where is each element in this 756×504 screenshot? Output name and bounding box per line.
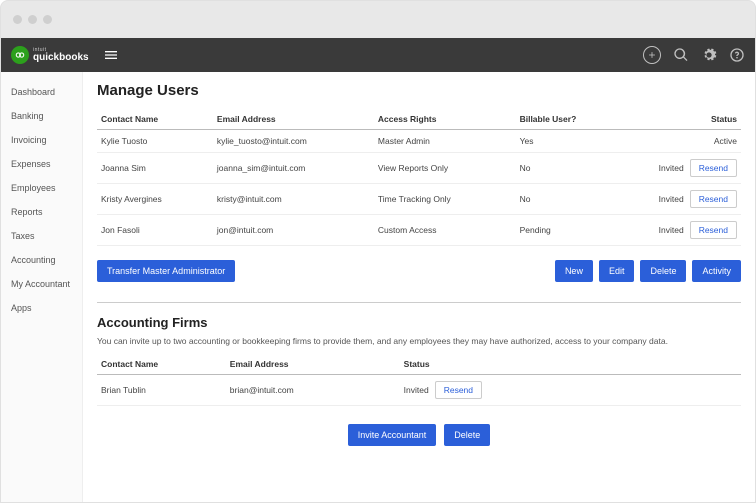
- cell-contact: Jon Fasoli: [97, 215, 213, 246]
- cell-rights: Custom Access: [374, 215, 516, 246]
- window-dot[interactable]: [43, 15, 52, 24]
- logo: intuit quickbooks: [11, 46, 89, 64]
- resend-button[interactable]: Resend: [690, 159, 737, 177]
- cell-email: jon@intuit.com: [213, 215, 374, 246]
- cell-billable: Pending: [516, 215, 600, 246]
- col-email: Email Address: [226, 354, 400, 375]
- cell-contact: Kylie Tuosto: [97, 130, 213, 153]
- page-title: Manage Users: [97, 82, 741, 99]
- col-contact: Contact Name: [97, 109, 213, 130]
- col-status: Status: [599, 109, 741, 130]
- firms-delete-button[interactable]: Delete: [444, 424, 490, 446]
- cell-contact: Joanna Sim: [97, 153, 213, 184]
- cell-rights: Master Admin: [374, 130, 516, 153]
- sidebar-item-employees[interactable]: Employees: [1, 176, 82, 200]
- cell-email: kristy@intuit.com: [213, 184, 374, 215]
- col-email: Email Address: [213, 109, 374, 130]
- table-row[interactable]: Jon Fasoli jon@intuit.com Custom Access …: [97, 215, 741, 246]
- cell-status: Active: [714, 136, 737, 146]
- resend-button[interactable]: Resend: [435, 381, 482, 399]
- cell-billable: Yes: [516, 130, 600, 153]
- cell-rights: View Reports Only: [374, 153, 516, 184]
- cell-status: Invited: [659, 163, 684, 173]
- table-row[interactable]: Kylie Tuosto kylie_tuosto@intuit.com Mas…: [97, 130, 741, 153]
- table-row[interactable]: Joanna Sim joanna_sim@intuit.com View Re…: [97, 153, 741, 184]
- cell-rights: Time Tracking Only: [374, 184, 516, 215]
- cell-email: brian@intuit.com: [226, 375, 400, 406]
- window-dot[interactable]: [28, 15, 37, 24]
- col-status: Status: [400, 354, 741, 375]
- new-button[interactable]: New: [555, 260, 593, 282]
- col-billable: Billable User?: [516, 109, 600, 130]
- sidebar-item-invoicing[interactable]: Invoicing: [1, 128, 82, 152]
- resend-button[interactable]: Resend: [690, 221, 737, 239]
- browser-chrome: [0, 0, 756, 38]
- cell-email: kylie_tuosto@intuit.com: [213, 130, 374, 153]
- activity-button[interactable]: Activity: [692, 260, 741, 282]
- search-icon[interactable]: [673, 47, 689, 63]
- cell-status: Invited: [659, 225, 684, 235]
- brand-main: quickbooks: [33, 53, 89, 63]
- firms-table: Contact Name Email Address Status Brian …: [97, 354, 741, 406]
- resend-button[interactable]: Resend: [690, 190, 737, 208]
- cell-billable: No: [516, 153, 600, 184]
- transfer-master-admin-button[interactable]: Transfer Master Administrator: [97, 260, 235, 282]
- table-row[interactable]: Kristy Avergines kristy@intuit.com Time …: [97, 184, 741, 215]
- gear-icon[interactable]: [701, 47, 717, 63]
- col-contact: Contact Name: [97, 354, 226, 375]
- users-table: Contact Name Email Address Access Rights…: [97, 109, 741, 246]
- edit-button[interactable]: Edit: [599, 260, 635, 282]
- firms-title: Accounting Firms: [97, 315, 741, 330]
- cell-contact: Brian Tublin: [97, 375, 226, 406]
- invite-accountant-button[interactable]: Invite Accountant: [348, 424, 437, 446]
- sidebar-item-accounting[interactable]: Accounting: [1, 248, 82, 272]
- cell-status: Invited: [404, 385, 429, 395]
- table-row[interactable]: Brian Tublin brian@intuit.com Invited Res…: [97, 375, 741, 406]
- sidebar-item-expenses[interactable]: Expenses: [1, 152, 82, 176]
- cell-status: Invited: [659, 194, 684, 204]
- qb-logo-icon: [11, 46, 29, 64]
- section-divider: [97, 302, 741, 303]
- window-controls: [13, 15, 52, 24]
- cell-billable: No: [516, 184, 600, 215]
- sidebar-item-banking[interactable]: Banking: [1, 104, 82, 128]
- sidebar: Dashboard Banking Invoicing Expenses Emp…: [1, 72, 83, 502]
- sidebar-item-my-accountant[interactable]: My Accountant: [1, 272, 82, 296]
- delete-button[interactable]: Delete: [640, 260, 686, 282]
- window-dot[interactable]: [13, 15, 22, 24]
- sidebar-item-reports[interactable]: Reports: [1, 200, 82, 224]
- help-icon[interactable]: [729, 47, 745, 63]
- cell-contact: Kristy Avergines: [97, 184, 213, 215]
- firms-description: You can invite up to two accounting or b…: [97, 336, 741, 346]
- sidebar-item-apps[interactable]: Apps: [1, 296, 82, 320]
- main-content: Manage Users Contact Name Email Address …: [83, 72, 755, 502]
- sidebar-item-taxes[interactable]: Taxes: [1, 224, 82, 248]
- cell-email: joanna_sim@intuit.com: [213, 153, 374, 184]
- col-rights: Access Rights: [374, 109, 516, 130]
- sidebar-item-dashboard[interactable]: Dashboard: [1, 80, 82, 104]
- topbar: intuit quickbooks: [1, 38, 755, 72]
- menu-icon[interactable]: [103, 47, 119, 63]
- add-icon[interactable]: [643, 46, 661, 64]
